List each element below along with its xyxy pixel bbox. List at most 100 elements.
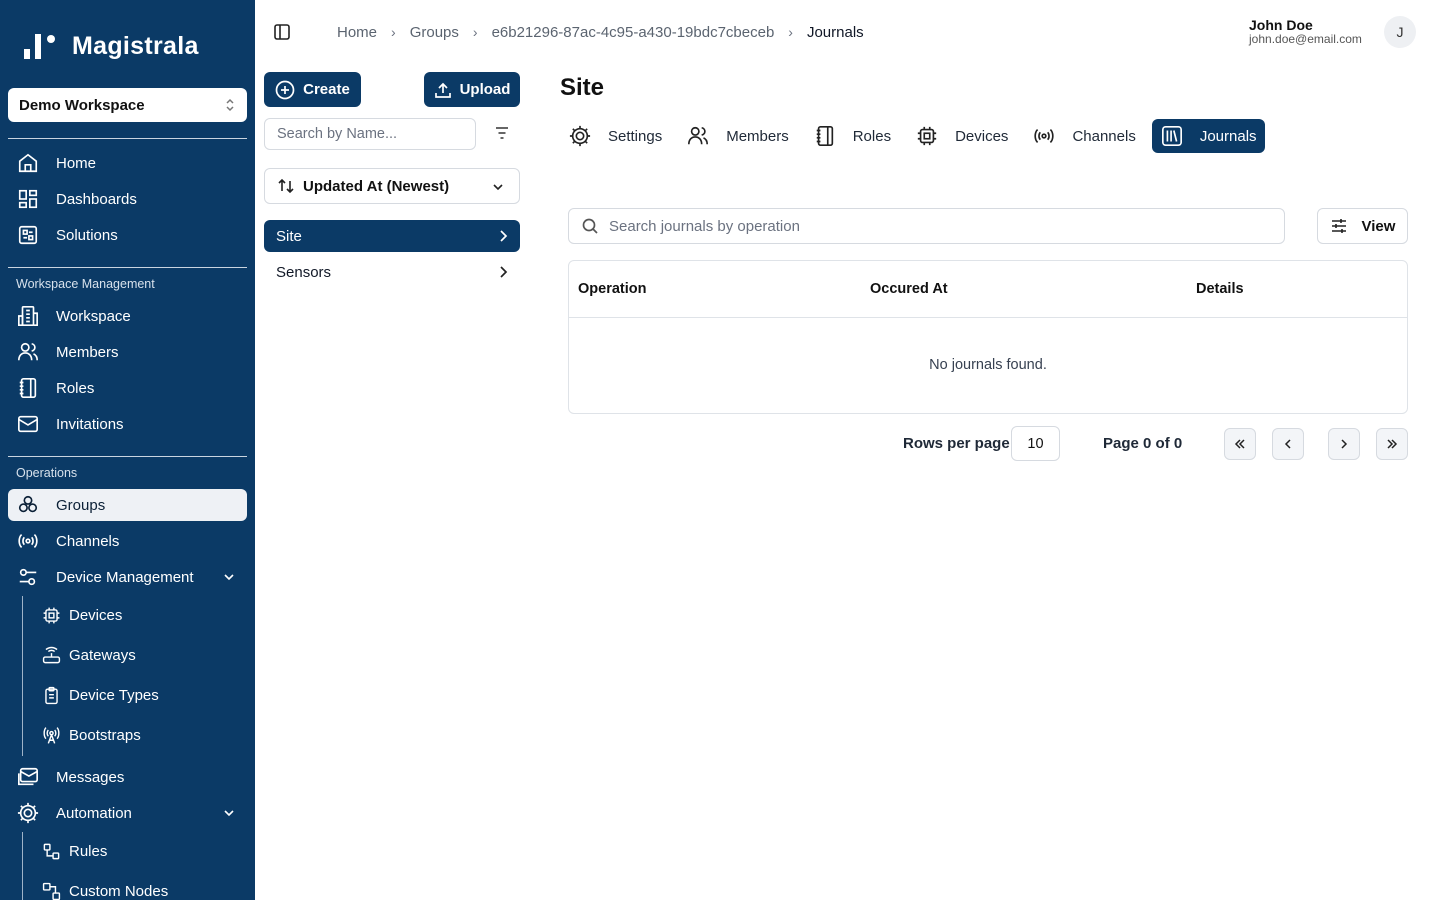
group-item-label: Site: [276, 227, 302, 245]
dashboard-icon: [16, 187, 40, 211]
create-button-label: Create: [303, 81, 350, 98]
search-icon: [581, 217, 599, 235]
library-icon: [1160, 124, 1184, 148]
sidebar-item-home[interactable]: Home: [8, 147, 247, 179]
sidebar-subitem-label: Devices: [69, 606, 123, 624]
column-header-details[interactable]: Details: [1196, 281, 1244, 297]
rows-per-page-select[interactable]: 10: [1011, 426, 1060, 461]
table-empty-message: No journals found.: [929, 357, 1047, 373]
sidebar-item-automation[interactable]: Automation: [8, 797, 247, 829]
user-info[interactable]: John Doe john.doe@email.com: [1249, 18, 1362, 46]
sidebar-item-invitations[interactable]: Invitations: [8, 408, 247, 440]
avatar[interactable]: J: [1384, 16, 1416, 48]
chevrons-up-down-icon: [226, 98, 234, 112]
breadcrumb: Home › Groups › e6b21296-87ac-4c95-a430-…: [337, 22, 864, 42]
sidebar-item-label: Messages: [56, 768, 125, 786]
notebook-icon: [16, 376, 40, 400]
group-search-input[interactable]: Search by Name...: [264, 118, 476, 150]
upload-button-label: Upload: [459, 81, 511, 98]
sidebar-item-messages[interactable]: Messages: [8, 761, 247, 793]
users-icon: [16, 340, 40, 364]
users-icon: [686, 124, 710, 148]
sidebar-item-solutions[interactable]: Solutions: [8, 219, 247, 251]
tab-roles[interactable]: Roles: [805, 119, 899, 153]
group-list-item-sensors[interactable]: Sensors: [264, 256, 520, 288]
tab-label: Journals: [1199, 127, 1257, 145]
tab-label: Settings: [608, 127, 663, 145]
sidebar-subitem-bootstraps[interactable]: Bootstraps: [35, 719, 245, 751]
app-logo[interactable]: Magistrala: [22, 31, 199, 61]
sidebar-subitem-gateways[interactable]: Gateways: [35, 639, 245, 671]
tab-members[interactable]: Members: [678, 119, 797, 153]
chevron-down-icon: [224, 810, 234, 817]
upload-button[interactable]: Upload: [424, 72, 520, 107]
sort-select[interactable]: Updated At (Newest): [264, 168, 520, 204]
sidebar-toggle-icon[interactable]: [272, 22, 292, 42]
tab-devices[interactable]: Devices: [907, 119, 1016, 153]
tab-channels[interactable]: Channels: [1024, 119, 1143, 153]
first-page-button[interactable]: [1224, 428, 1256, 460]
plus-circle-icon: [275, 80, 295, 99]
mail-icon: [16, 412, 40, 436]
sidebar-subitem-devices[interactable]: Devices: [35, 599, 245, 631]
last-page-button[interactable]: [1376, 428, 1408, 460]
sidebar-subitem-rules[interactable]: Rules: [35, 835, 245, 867]
radio-icon: [1032, 124, 1056, 148]
tab-label: Roles: [852, 127, 892, 145]
journal-search-input[interactable]: Search journals by operation: [568, 208, 1285, 244]
chevron-right-icon: [1341, 439, 1348, 449]
chevron-down-icon: [224, 574, 234, 581]
tab-journals[interactable]: Journals: [1151, 119, 1265, 153]
sliders-icon: [16, 565, 40, 589]
sidebar-divider: [8, 138, 247, 139]
sidebar-subitem-label: Bootstraps: [69, 726, 141, 744]
tab-settings[interactable]: Settings: [560, 119, 670, 153]
sidebar-item-label: Dashboards: [56, 190, 137, 208]
sidebar-item-device-management[interactable]: Device Management: [8, 561, 247, 593]
breadcrumb-home[interactable]: Home: [337, 24, 377, 41]
sidebar-item-workspace[interactable]: Workspace: [8, 300, 247, 332]
view-options-button[interactable]: View: [1317, 208, 1408, 244]
group-list-item-site[interactable]: Site: [264, 220, 520, 252]
section-label-operations: Operations: [16, 466, 78, 480]
sidebar-subitem-custom-nodes[interactable]: Custom Nodes: [35, 875, 245, 900]
messages-icon: [16, 765, 40, 789]
tab-label: Devices: [955, 127, 1009, 145]
router-icon: [41, 645, 61, 665]
journal-search-placeholder: Search journals by operation: [609, 217, 800, 235]
app-name: Magistrala: [72, 31, 199, 60]
create-button[interactable]: Create: [264, 72, 361, 107]
rows-per-page-label: Rows per page: [903, 435, 1010, 452]
sidebar-subitem-label: Custom Nodes: [69, 882, 169, 900]
building-icon: [16, 304, 40, 328]
sidebar-subitem-device-types[interactable]: Device Types: [35, 679, 245, 711]
column-header-occured-at[interactable]: Occured At: [870, 281, 948, 297]
antenna-icon: [41, 725, 61, 745]
sidebar-item-members[interactable]: Members: [8, 336, 247, 368]
chevrons-left-icon: [1234, 439, 1245, 449]
sort-select-value: Updated At (Newest): [303, 177, 450, 195]
section-label-workspace-management: Workspace Management: [16, 277, 155, 291]
submenu-line: [22, 832, 23, 900]
clipboard-icon: [41, 685, 61, 705]
sidebar-item-dashboards[interactable]: Dashboards: [8, 183, 247, 215]
chip-icon: [41, 605, 61, 625]
filter-icon[interactable]: [494, 125, 510, 141]
radio-icon: [16, 529, 40, 553]
breadcrumb-group-id[interactable]: e6b21296-87ac-4c95-a430-19bdc7cbeceb: [492, 24, 775, 41]
chevron-right-icon: [500, 266, 508, 278]
tab-label: Members: [726, 127, 789, 145]
sidebar-item-groups[interactable]: Groups: [8, 489, 247, 521]
sidebar-item-label: Channels: [56, 532, 120, 550]
group-item-label: Sensors: [276, 263, 332, 281]
breadcrumb-groups[interactable]: Groups: [410, 24, 459, 41]
sliders-horizontal-icon: [1331, 219, 1346, 233]
sidebar-item-channels[interactable]: Channels: [8, 525, 247, 557]
previous-page-button[interactable]: [1272, 428, 1304, 460]
page-title: Site: [560, 74, 605, 101]
sidebar-item-roles[interactable]: Roles: [8, 372, 247, 404]
chevrons-right-icon: [1387, 439, 1398, 449]
column-header-operation[interactable]: Operation: [578, 281, 646, 297]
next-page-button[interactable]: [1328, 428, 1360, 460]
workspace-select[interactable]: Demo Workspace: [8, 88, 247, 122]
